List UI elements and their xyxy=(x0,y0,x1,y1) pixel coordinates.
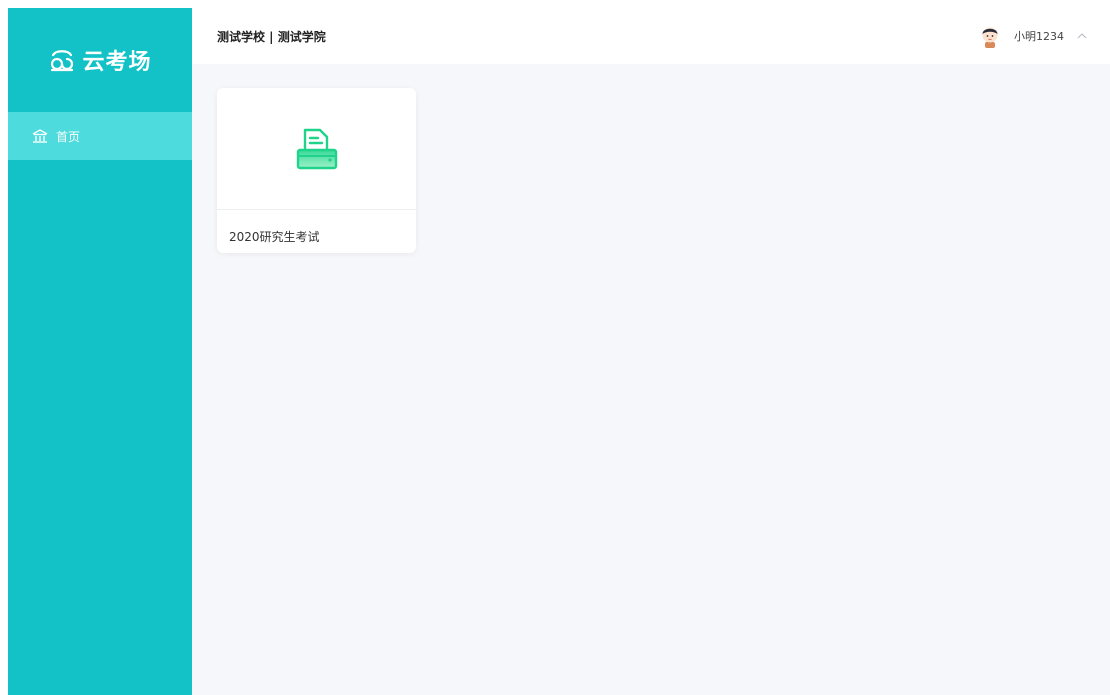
chevron-up-icon[interactable] xyxy=(1076,30,1088,42)
user-name: 小明1234 xyxy=(1014,30,1064,43)
cloud-logo-icon xyxy=(51,50,74,72)
exam-card[interactable]: 2020研究生考试 xyxy=(217,88,416,253)
printer-icon xyxy=(296,128,337,169)
sidebar-item-label: 首页 xyxy=(56,129,81,144)
card-title: 2020研究生考试 xyxy=(229,230,320,244)
main-area: 测试学校 | 测试学院 小明1234 2020研究生考试 xyxy=(192,8,1110,695)
home-icon xyxy=(32,129,48,143)
app-shell: 云考场 首页 测试学校 | 测试学院 小明1234 2020研究生考试 xyxy=(8,8,1110,695)
avatar-icon xyxy=(982,27,998,48)
page-title: 测试学校 | 测试学院 xyxy=(217,29,326,44)
logo[interactable]: 云考场 xyxy=(8,8,192,112)
content-area: 2020研究生考试 xyxy=(192,64,1110,277)
sidebar-nav: 首页 xyxy=(8,112,192,160)
logo-text: 云考场 xyxy=(82,50,152,75)
card-image xyxy=(217,88,416,210)
sidebar-item-home[interactable]: 首页 xyxy=(8,112,192,160)
user-menu[interactable]: 小明1234 xyxy=(978,24,1088,48)
header: 测试学校 | 测试学院 小明1234 xyxy=(192,8,1110,64)
sidebar: 云考场 首页 xyxy=(8,8,192,695)
